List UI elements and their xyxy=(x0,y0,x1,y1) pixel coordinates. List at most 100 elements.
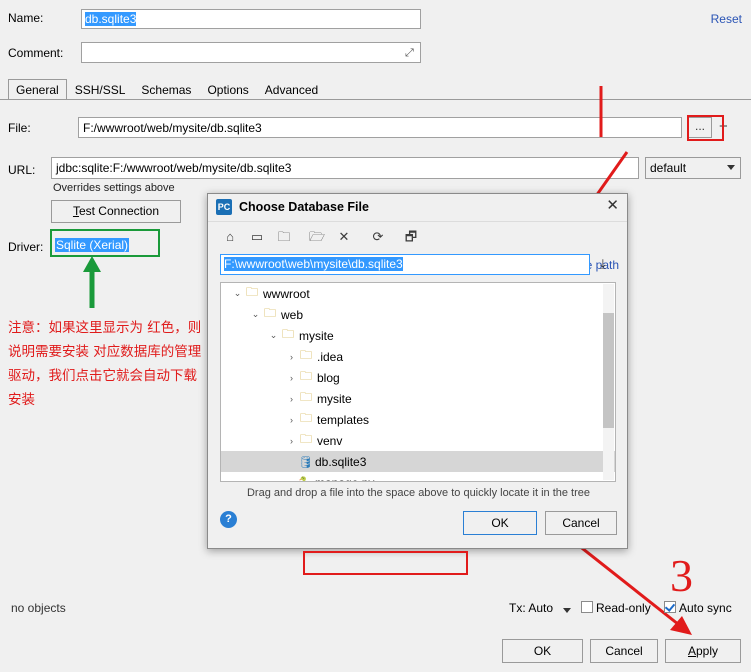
name-label: Name: xyxy=(8,11,44,25)
tree-node[interactable]: › 🗀 blog xyxy=(221,367,615,388)
tree-node-label: wwwroot xyxy=(263,286,310,301)
ok-button[interactable]: OK xyxy=(502,639,583,663)
cancel-button[interactable]: Cancel xyxy=(590,639,658,663)
tree-node-label: web xyxy=(281,307,304,322)
chevron-down-icon[interactable]: ⌄ xyxy=(231,288,244,299)
delete-icon[interactable]: ✕ xyxy=(334,227,354,247)
chevron-down-icon[interactable]: ⌄ xyxy=(267,330,280,341)
chevron-down-icon[interactable]: ⌄ xyxy=(249,309,262,320)
dialog-cancel-button[interactable]: Cancel xyxy=(545,511,617,535)
home-icon[interactable]: ⌂ xyxy=(220,227,240,247)
tab-ssh-ssl[interactable]: SSH/SSL xyxy=(67,79,134,100)
auth-combo[interactable]: default xyxy=(645,157,741,179)
driver-label: Driver: xyxy=(8,240,44,254)
auth-combo-value: default xyxy=(650,161,687,175)
path-input-value: F:\wwwroot\web\mysite\db.sqlite3 xyxy=(224,257,403,271)
tree-node[interactable]: › 🗀 venv xyxy=(221,430,615,451)
dialog-ok-button[interactable]: OK xyxy=(463,511,537,535)
annotation-red-box-browse xyxy=(687,115,724,141)
file-label: File: xyxy=(8,121,31,135)
dialog-toolbar: ⌂ ▭ 🗀 🗁 ✕ ⟳ 🗗 Hide path xyxy=(208,222,627,272)
tab-schemas[interactable]: Schemas xyxy=(133,79,199,100)
readonly-checkbox[interactable] xyxy=(581,601,593,613)
folder-icon: 🗀 xyxy=(299,432,312,446)
tx-mode-label[interactable]: Tx: Auto xyxy=(509,601,553,615)
tree-node[interactable]: › 🗀 templates xyxy=(221,409,615,430)
annotation-red-box-selected-file xyxy=(303,551,468,575)
url-input[interactable]: jdbc:sqlite:F:/wwwroot/web/mysite/db.sql… xyxy=(51,157,639,179)
tree-node-label: mysite xyxy=(299,328,334,343)
chevron-right-icon[interactable]: › xyxy=(285,352,298,362)
close-icon[interactable]: ✕ xyxy=(606,198,619,214)
tab-general[interactable]: General xyxy=(8,79,67,100)
tree-node-label: .idea xyxy=(317,349,344,364)
app-icon: PC xyxy=(216,199,232,215)
test-connection-button[interactable]: Test Connection xyxy=(51,200,181,223)
apply-button[interactable]: Apply xyxy=(665,639,741,663)
chevron-right-icon[interactable]: › xyxy=(285,436,298,446)
test-connection-label: est Connection xyxy=(78,204,160,218)
chevron-down-icon-tx[interactable] xyxy=(563,608,571,613)
tree-node[interactable]: › 🗀 .idea xyxy=(221,346,615,367)
chevron-right-icon[interactable]: › xyxy=(285,373,298,383)
desktop-icon[interactable]: ▭ xyxy=(247,227,267,247)
chevron-down-icon xyxy=(727,165,735,170)
tree-node[interactable]: › 🗀 mysite xyxy=(221,388,615,409)
comment-input[interactable]: ⤢ xyxy=(81,42,421,63)
comment-label: Comment: xyxy=(8,46,64,60)
download-icon[interactable]: ⤓ xyxy=(600,256,606,272)
apply-label: pply xyxy=(696,644,719,658)
autosync-checkbox[interactable] xyxy=(664,601,676,613)
tree-node-label: mysite xyxy=(317,391,352,406)
tree-node-label: templates xyxy=(317,412,370,427)
tree-node-label: venv xyxy=(317,433,343,448)
reset-link[interactable]: Reset xyxy=(711,12,742,26)
tree-node[interactable]: ⌄ 🗀 wwwroot xyxy=(221,283,615,304)
project-folder-icon[interactable]: 🗀 xyxy=(274,227,294,247)
chevron-right-icon[interactable]: › xyxy=(285,394,298,404)
tree-node-label: manage.py xyxy=(315,476,374,482)
autosync-label: Auto sync xyxy=(679,601,732,615)
chevron-right-icon[interactable]: › xyxy=(285,415,298,425)
tree-node-label: db.sqlite3 xyxy=(315,454,367,469)
connection-settings-window: Name: db.sqlite3 Reset Comment: ⤢ Genera… xyxy=(0,0,751,672)
dialog-title: Choose Database File xyxy=(239,200,369,214)
annotation-green-arrow xyxy=(83,256,101,308)
help-icon[interactable]: ? xyxy=(220,511,237,528)
python-file-icon: 🐍 xyxy=(298,476,312,481)
tree-node-label: blog xyxy=(317,370,340,385)
file-tree[interactable]: ⌄ 🗀 wwwroot ⌄ 🗀 web ⌄ 🗀 mysite › 🗀 .idea › 🗀 blog › 🗀 mys… xyxy=(220,282,616,482)
refresh-icon[interactable]: ⟳ xyxy=(368,227,388,247)
tree-node[interactable]: 🛢 db.sqlite3 xyxy=(221,451,615,472)
folder-icon: 🗀 xyxy=(245,285,258,299)
new-folder-icon[interactable]: 🗁 xyxy=(307,227,327,247)
tree-node[interactable]: ⌄ 🗀 mysite xyxy=(221,325,615,346)
annotation-number-3: 3 xyxy=(670,550,693,601)
show-hidden-icon[interactable]: 🗗 xyxy=(401,227,421,247)
tab-advanced[interactable]: Advanced xyxy=(257,79,326,100)
folder-icon: 🗀 xyxy=(299,348,312,362)
drag-drop-hint: Drag and drop a file into the space abov… xyxy=(246,487,591,499)
tree-node[interactable]: 🐍manage.py xyxy=(221,472,615,482)
readonly-label: Read-only xyxy=(596,601,651,615)
path-input[interactable]: F:\wwwroot\web\mysite\db.sqlite3 xyxy=(220,254,590,275)
folder-icon: 🗀 xyxy=(299,369,312,383)
folder-icon: 🗀 xyxy=(299,390,312,404)
tree-scrollbar-thumb[interactable] xyxy=(603,313,614,428)
no-objects-label: no objects xyxy=(11,601,66,615)
annotation-green-box-driver xyxy=(50,229,160,257)
folder-icon: 🗀 xyxy=(281,327,294,341)
name-input[interactable]: db.sqlite3 xyxy=(81,9,421,29)
tab-options[interactable]: Options xyxy=(199,79,256,100)
tree-node[interactable]: ⌄ 🗀 web xyxy=(221,304,615,325)
choose-database-file-dialog: PC Choose Database File ✕ ⌂ ▭ 🗀 🗁 ✕ ⟳ 🗗 … xyxy=(207,193,628,575)
file-path-input[interactable]: F:/wwwroot/web/mysite/db.sqlite3 xyxy=(78,117,682,138)
expand-icon[interactable]: ⤢ xyxy=(405,47,417,59)
database-file-icon: 🛢 xyxy=(298,454,314,469)
folder-icon: 🗀 xyxy=(263,306,276,320)
folder-icon: 🗀 xyxy=(299,411,312,425)
dialog-titlebar: PC Choose Database File ✕ xyxy=(208,194,627,222)
annotation-chinese-note: 注意：如果这里显示为 红色，则说明需要安装 对应数据库的管理驱动，我们点击它就会… xyxy=(8,320,202,408)
name-input-value: db.sqlite3 xyxy=(85,12,137,26)
apply-mnemonic: A xyxy=(687,644,696,658)
